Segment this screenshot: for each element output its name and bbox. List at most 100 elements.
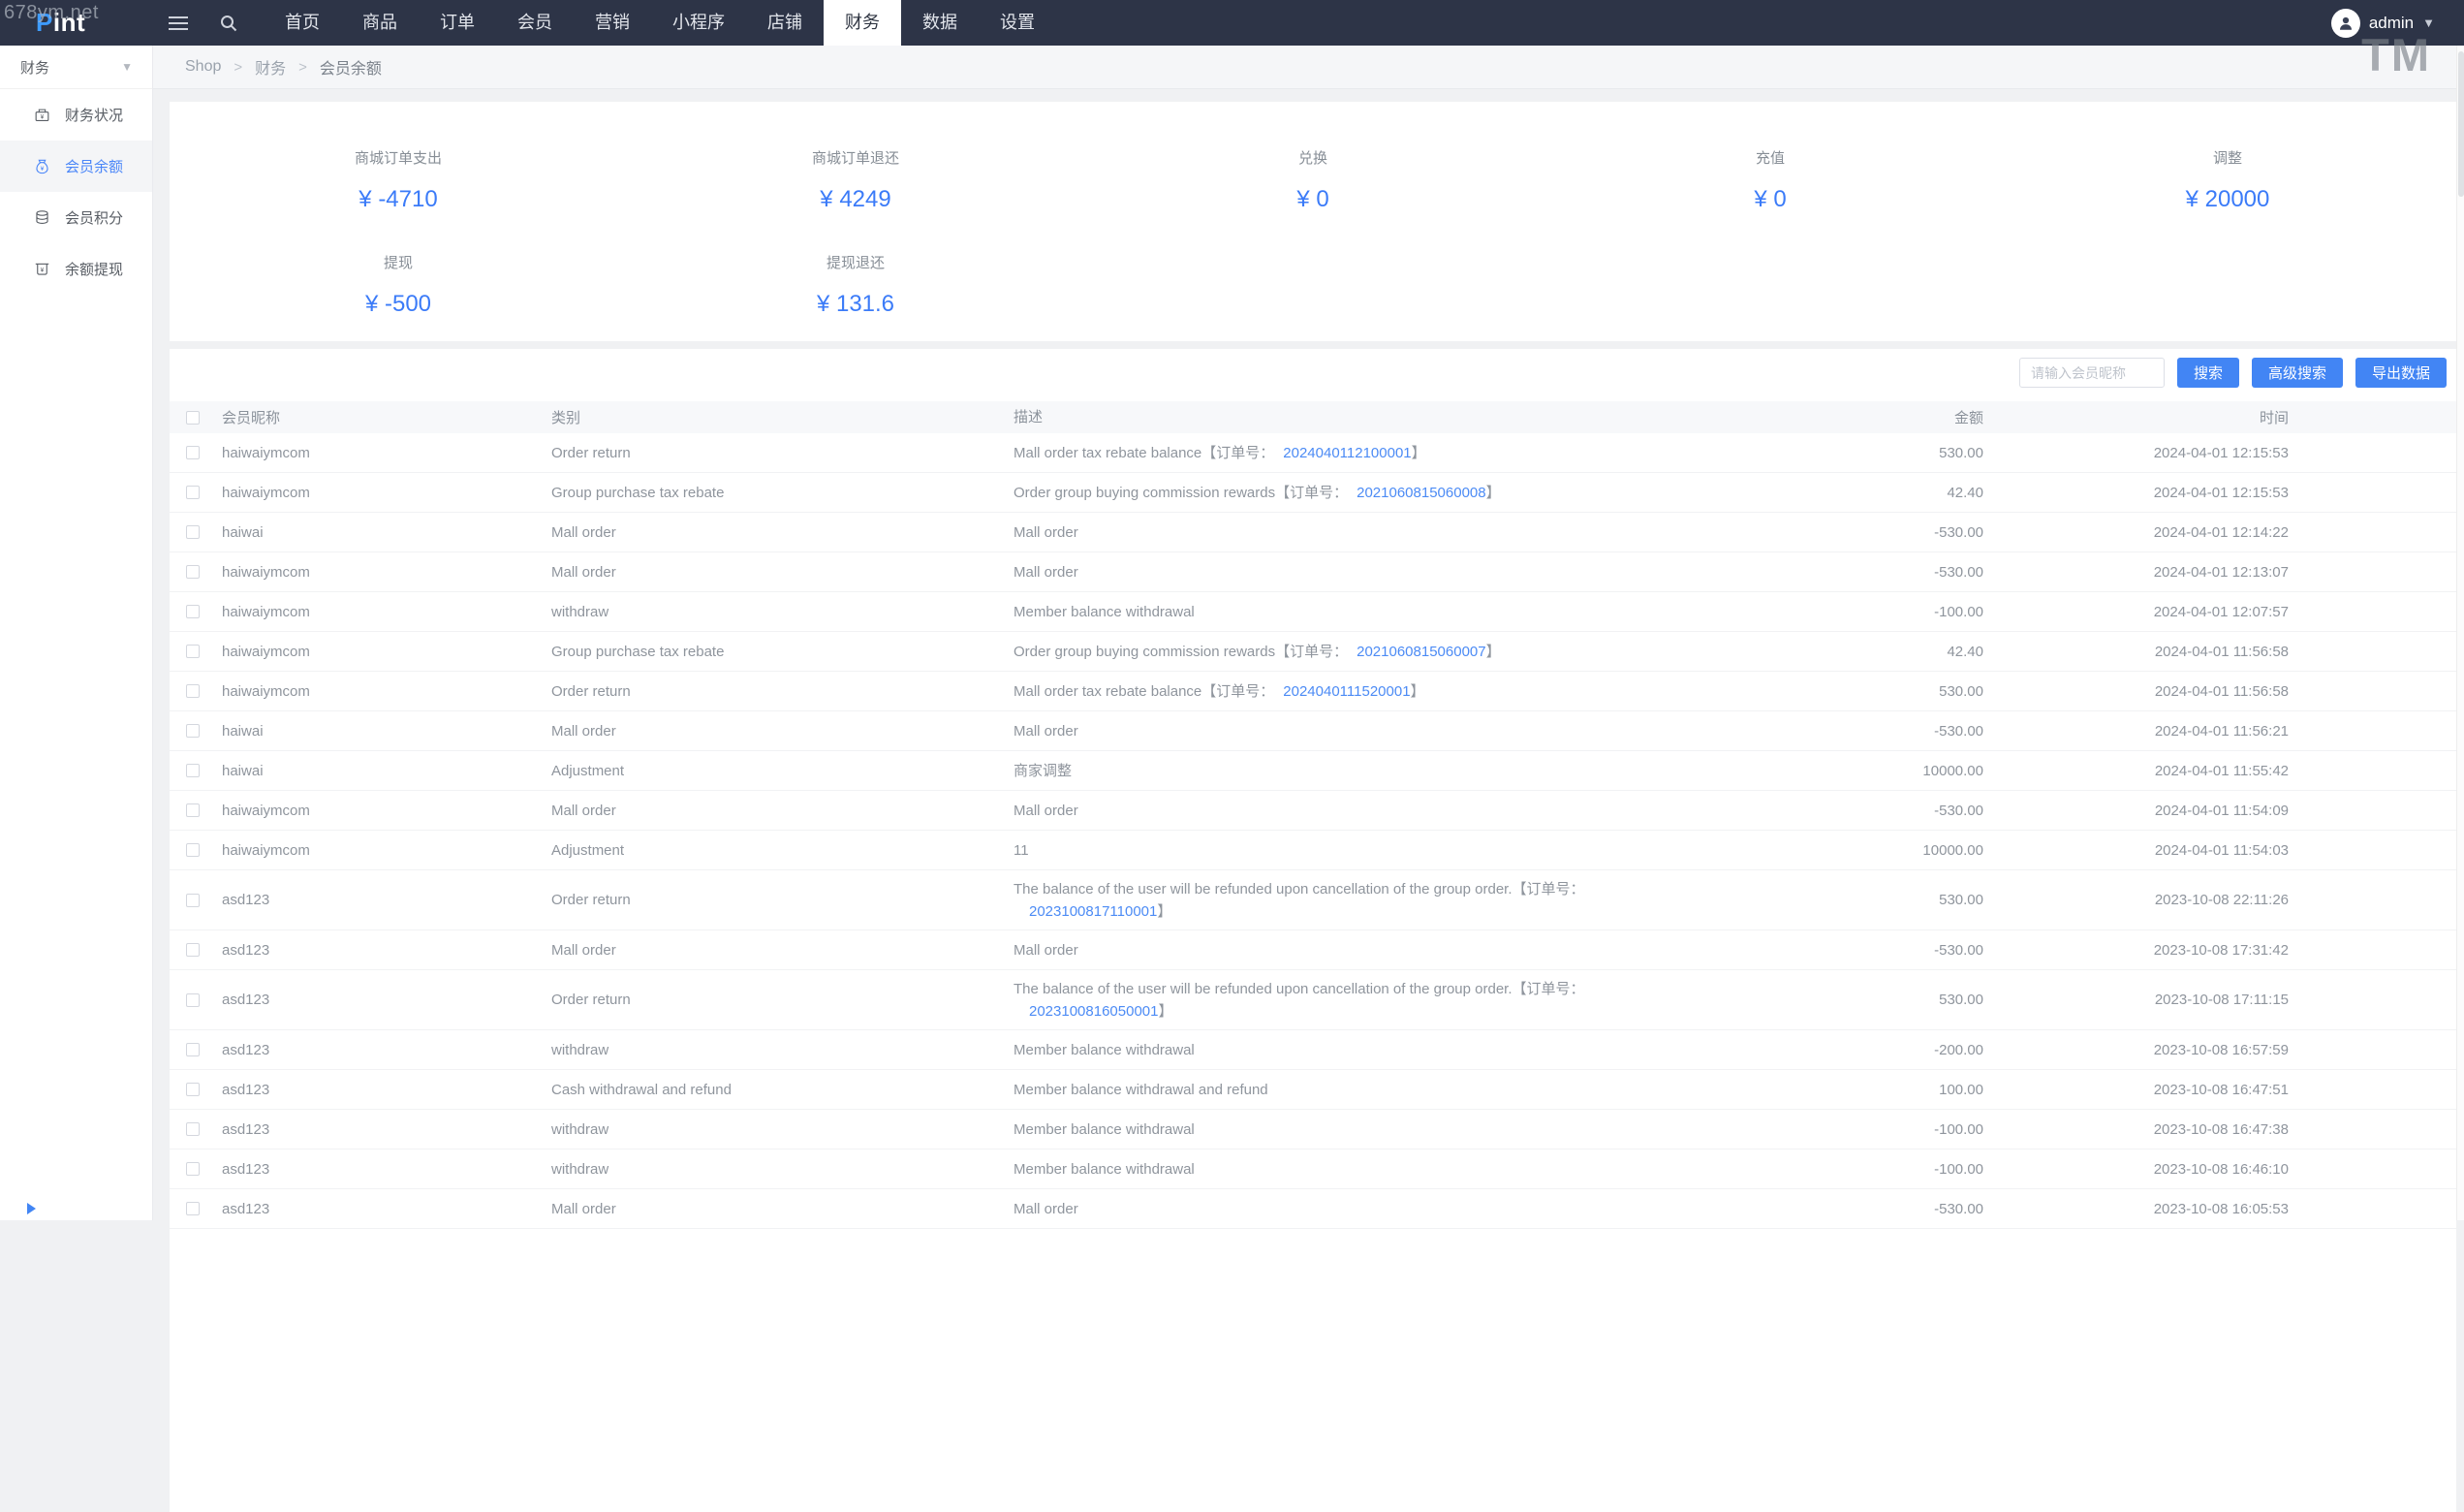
stat-label: 商城订单退还	[627, 147, 1084, 168]
row-checkbox[interactable]	[186, 1043, 200, 1056]
row-checkbox[interactable]	[186, 684, 200, 698]
row-category: Cash withdrawal and refund	[551, 1082, 1014, 1098]
header-nickname: 会员昵称	[200, 407, 551, 427]
row-checkbox[interactable]	[186, 724, 200, 738]
row-description: Member balance withdrawal and refund	[1014, 1080, 1817, 1100]
breadcrumb-separator: >	[234, 59, 242, 76]
table-body: haiwaiymcomOrder returnMall order tax re…	[170, 433, 2456, 1229]
row-category: Order return	[551, 445, 1014, 461]
row-checkbox[interactable]	[186, 1202, 200, 1215]
table-row: asd123withdrawMember balance withdrawal-…	[170, 1030, 2456, 1070]
row-nickname: haiwaiymcom	[200, 485, 551, 501]
row-checkbox[interactable]	[186, 1162, 200, 1176]
table-row: haiwaiymcomMall orderMall order-530.0020…	[170, 791, 2456, 831]
breadcrumb-item-finance[interactable]: 财务	[255, 55, 286, 79]
hamburger-menu-icon[interactable]	[153, 0, 203, 46]
row-checkbox[interactable]	[186, 764, 200, 777]
export-data-button[interactable]: 导出数据	[2355, 358, 2447, 388]
advanced-search-button[interactable]: 高级搜索	[2252, 358, 2343, 388]
order-number-link[interactable]: 2023100816050001	[1029, 1003, 1158, 1020]
order-number-link[interactable]: 2024040112100001	[1283, 445, 1411, 461]
stats-card: 商城订单支出¥ -4710商城订单退还¥ 4249兑换¥ 0充值¥ 0调整¥ 2…	[170, 102, 2456, 341]
row-nickname: asd123	[200, 1161, 551, 1178]
sidebar-header[interactable]: 财务 ▼	[0, 46, 152, 89]
sidebar-item[interactable]: ¥财务状况	[0, 89, 152, 141]
row-checkbox[interactable]	[186, 993, 200, 1007]
row-checkbox[interactable]	[186, 645, 200, 658]
avatar	[2331, 9, 2360, 38]
nav-item[interactable]: 店铺	[746, 0, 824, 46]
row-amount: 10000.00	[1817, 842, 1983, 859]
breadcrumb-item-shop[interactable]: Shop	[185, 58, 221, 76]
scrollbar[interactable]	[2456, 46, 2464, 1220]
row-amount: -530.00	[1817, 564, 1983, 581]
row-checkbox[interactable]	[186, 843, 200, 857]
row-time: 2023-10-08 17:31:42	[1983, 942, 2289, 959]
row-checkbox[interactable]	[186, 1122, 200, 1136]
select-all-checkbox[interactable]	[186, 411, 200, 425]
sidebar-item[interactable]: 会员积分	[0, 192, 152, 243]
row-amount: -100.00	[1817, 604, 1983, 620]
row-checkbox[interactable]	[186, 1083, 200, 1096]
search-button[interactable]: 搜索	[2177, 358, 2239, 388]
row-nickname: haiwaiymcom	[200, 644, 551, 660]
order-number-link[interactable]: 2023100817110001	[1029, 903, 1157, 920]
row-category: withdraw	[551, 1121, 1014, 1138]
row-time: 2023-10-08 16:47:51	[1983, 1082, 2289, 1098]
row-category: Adjustment	[551, 842, 1014, 859]
header-description: 描述	[1014, 407, 1817, 427]
nav-item[interactable]: 商品	[341, 0, 419, 46]
nav-item[interactable]: 会员	[496, 0, 574, 46]
nav-item[interactable]: 订单	[419, 0, 496, 46]
table-row: haiwaiymcomMall orderMall order-530.0020…	[170, 552, 2456, 592]
row-description: Mall order	[1014, 721, 1817, 741]
table-row: haiwaiymcomGroup purchase tax rebateOrde…	[170, 473, 2456, 513]
stat-value: ¥ 0	[1542, 186, 1999, 213]
order-number-link[interactable]: 2021060815060008	[1357, 485, 1485, 501]
stat-label: 商城订单支出	[170, 147, 627, 168]
scrollbar-thumb[interactable]	[2458, 51, 2464, 197]
row-nickname: asd123	[200, 892, 551, 908]
row-checkbox[interactable]	[186, 446, 200, 459]
row-checkbox[interactable]	[186, 486, 200, 499]
table-row: asd123Order returnThe balance of the use…	[170, 970, 2456, 1030]
row-checkbox[interactable]	[186, 943, 200, 957]
svg-text:¥: ¥	[41, 267, 45, 273]
nav-item[interactable]: 数据	[901, 0, 979, 46]
order-number-link[interactable]: 2024040111520001	[1283, 683, 1410, 700]
row-checkbox[interactable]	[186, 803, 200, 817]
sidebar-item[interactable]: ¥ 余额提现	[0, 243, 152, 295]
row-time: 2024-04-01 12:14:22	[1983, 524, 2289, 541]
sidebar: 财务 ▼ ¥财务状况¥会员余额会员积分 ¥ 余额提现	[0, 46, 153, 1220]
row-checkbox[interactable]	[186, 605, 200, 618]
nav-item[interactable]: 财务	[824, 0, 901, 46]
order-number-link[interactable]: 2021060815060007	[1357, 644, 1485, 660]
row-category: Mall order	[551, 1201, 1014, 1217]
row-checkbox[interactable]	[186, 565, 200, 579]
row-amount: -100.00	[1817, 1161, 1983, 1178]
row-description: Mall order	[1014, 522, 1817, 543]
top-nav: Pint 首页商品订单会员营销小程序店铺财务数据设置 admin ▼	[0, 0, 2464, 46]
sidebar-item[interactable]: ¥会员余额	[0, 141, 152, 192]
sidebar-item-label: 余额提现	[65, 259, 123, 279]
chevron-down-icon: ▼	[2422, 16, 2435, 30]
sidebar-item-label: 会员余额	[65, 156, 123, 176]
row-checkbox[interactable]	[186, 525, 200, 539]
corner-arrow-icon[interactable]	[27, 1203, 36, 1214]
nav-item[interactable]: 营销	[574, 0, 651, 46]
nav-item[interactable]: 小程序	[651, 0, 746, 46]
stat-label: 提现退还	[627, 252, 1084, 272]
nav-item[interactable]: 首页	[264, 0, 341, 46]
row-description: Mall order	[1014, 1199, 1817, 1219]
row-amount: 10000.00	[1817, 763, 1983, 779]
row-checkbox[interactable]	[186, 894, 200, 907]
row-amount: 530.00	[1817, 892, 1983, 908]
row-amount: 42.40	[1817, 485, 1983, 501]
row-amount: -100.00	[1817, 1121, 1983, 1138]
search-icon[interactable]	[203, 0, 254, 46]
stat-value: ¥ 131.6	[627, 291, 1084, 318]
search-input[interactable]	[2019, 358, 2165, 388]
row-nickname: haiwaiymcom	[200, 803, 551, 819]
table-row: haiwaiymcomwithdrawMember balance withdr…	[170, 592, 2456, 632]
nav-item[interactable]: 设置	[979, 0, 1056, 46]
